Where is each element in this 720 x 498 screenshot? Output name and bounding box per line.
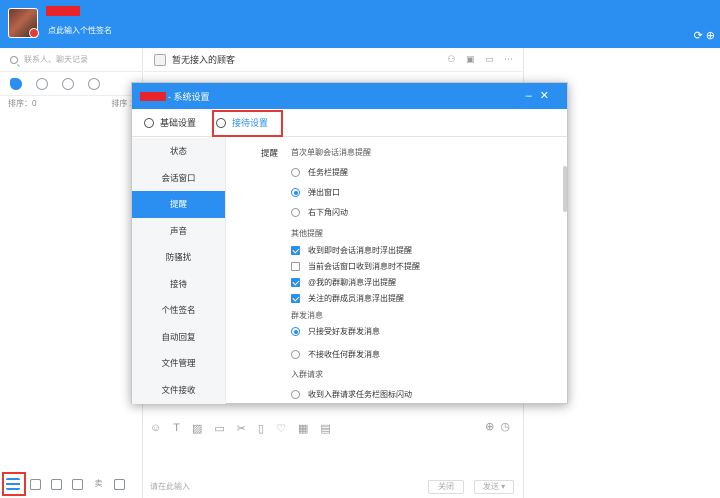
nav-item-auto-reply[interactable]: 自动回复 bbox=[132, 324, 225, 351]
option-label: @我的群聊消息浮出提醒 bbox=[308, 278, 397, 287]
settings-content: 提醒 首次单聊会话消息提醒 任务栏提醒 弹出窗口 右下角闪动 其他提醒 收到即时… bbox=[227, 138, 569, 404]
checkbox-checked[interactable] bbox=[291, 294, 300, 303]
settings-dialog: - 系统设置 –✕ 基础设置 接待设置 状态 会话窗口 提醒 声音 防骚扰 接待… bbox=[131, 82, 568, 404]
radio-button[interactable] bbox=[291, 208, 300, 217]
nav-item-status[interactable]: 状态 bbox=[132, 138, 225, 165]
nav-item-file-receive[interactable]: 文件接收 bbox=[132, 377, 225, 404]
settings-nav: 状态 会话窗口 提醒 声音 防骚扰 接待 个性签名 自动回复 文件管理 文件接收 bbox=[132, 138, 226, 404]
section-label: 提醒 bbox=[261, 148, 279, 158]
signature-text[interactable]: 点此输入个性签名 bbox=[48, 25, 112, 36]
menu-highlight-box bbox=[2, 472, 26, 496]
radio-option[interactable]: 只接受好友群发消息 bbox=[291, 326, 380, 337]
option-label: 任务栏提醒 bbox=[308, 168, 348, 177]
group-tab-icon[interactable] bbox=[88, 77, 100, 90]
radio-button-selected[interactable] bbox=[291, 327, 300, 336]
calendar-icon[interactable] bbox=[72, 478, 83, 490]
search-input[interactable]: 联系人、聊天记录 bbox=[24, 54, 88, 65]
toolbar-right-icons[interactable]: ⊕◷ bbox=[485, 420, 516, 433]
contact-tabs bbox=[0, 72, 142, 96]
nav-item-anti-harass[interactable]: 防骚扰 bbox=[132, 244, 225, 271]
radio-option[interactable]: 任务栏提醒 bbox=[291, 167, 348, 178]
radio-button[interactable] bbox=[291, 168, 300, 177]
shake-icon[interactable]: ▯ bbox=[258, 422, 264, 435]
nav-item-reminder[interactable]: 提醒 bbox=[132, 191, 225, 218]
checkbox-checked[interactable] bbox=[291, 246, 300, 255]
sort-left: 排序：0 bbox=[8, 98, 37, 108]
checkbox-checked[interactable] bbox=[291, 278, 300, 287]
radio-button-selected[interactable] bbox=[291, 188, 300, 197]
sell-icon[interactable]: 卖 bbox=[93, 479, 104, 490]
recent-tab-icon[interactable] bbox=[36, 77, 48, 90]
radio-option[interactable]: 弹出窗口 bbox=[291, 187, 340, 198]
option-label: 不接收任何群发消息 bbox=[308, 350, 380, 359]
search-bar[interactable]: 联系人、聊天记录 bbox=[0, 48, 142, 72]
status-badge bbox=[29, 28, 39, 38]
nav-item-file-manage[interactable]: 文件管理 bbox=[132, 350, 225, 377]
redacted-username bbox=[46, 6, 80, 16]
app-header: 点此输入个性签名 ⟳⊕ bbox=[0, 0, 720, 48]
dialog-body: 状态 会话窗口 提醒 声音 防骚扰 接待 个性签名 自动回复 文件管理 文件接收… bbox=[132, 138, 569, 404]
left-panel: 联系人、聊天记录 排序：0 排序 1 卖 bbox=[0, 48, 143, 498]
sort-row: 排序：0 排序 1 bbox=[0, 96, 142, 110]
option-label: 只接受好友群发消息 bbox=[308, 327, 380, 336]
group-title: 首次单聊会话消息提醒 bbox=[291, 148, 371, 157]
option-label: 收到入群请求任务栏图标闪动 bbox=[308, 390, 412, 399]
send-button[interactable]: 发送 ▾ bbox=[474, 480, 514, 494]
radio-button[interactable] bbox=[291, 390, 300, 399]
redacted-username bbox=[140, 91, 166, 101]
tab-basic-settings[interactable]: 基础设置 bbox=[144, 116, 196, 129]
scrollbar[interactable] bbox=[563, 166, 567, 212]
dialog-title: - 系统设置 bbox=[168, 91, 210, 102]
group-title: 入群请求 bbox=[291, 370, 323, 379]
checkbox-option[interactable]: 收到即时会话消息时浮出提醒 bbox=[291, 245, 412, 256]
input-hint[interactable]: 请在此输入 bbox=[150, 481, 190, 492]
group-title: 其他提醒 bbox=[291, 229, 323, 238]
chat-tab-icon[interactable] bbox=[10, 77, 22, 90]
option-label: 弹出窗口 bbox=[308, 188, 340, 197]
image-icon[interactable]: ▨ bbox=[192, 422, 202, 435]
nav-item-signature[interactable]: 个性签名 bbox=[132, 297, 225, 324]
heart-icon[interactable]: ♡ bbox=[276, 422, 286, 435]
tab-label: 基础设置 bbox=[160, 118, 197, 128]
header-action-icons[interactable]: ⟳⊕ bbox=[694, 29, 718, 42]
nav-item-chat-window[interactable]: 会话窗口 bbox=[132, 165, 225, 192]
radio-option[interactable]: 右下角闪动 bbox=[291, 207, 348, 218]
checkbox[interactable] bbox=[291, 262, 300, 271]
window-icon[interactable] bbox=[114, 478, 125, 490]
radio-option[interactable]: 不接收任何群发消息 bbox=[291, 349, 380, 360]
close-button[interactable]: 关闭 bbox=[428, 480, 464, 494]
tab-highlight-box bbox=[212, 110, 283, 137]
dialog-title-bar[interactable]: - 系统设置 –✕ bbox=[132, 83, 567, 109]
option-label: 关注的群成员消息浮出提醒 bbox=[308, 294, 404, 303]
scissors-icon[interactable]: ✂ bbox=[237, 422, 246, 435]
dialog-tabs: 基础设置 接待设置 bbox=[132, 109, 567, 137]
contact-tab-icon[interactable] bbox=[62, 77, 74, 90]
search-icon bbox=[10, 55, 18, 64]
emoji-icon[interactable]: ☺ bbox=[150, 422, 161, 434]
chat-header-text: 暂无接入的顾客 bbox=[172, 55, 236, 65]
note-icon[interactable]: ▤ bbox=[320, 422, 330, 435]
chat-header-icons[interactable]: ⚇ ▣ ▭ ⋯ bbox=[447, 54, 517, 65]
folder-icon[interactable]: ▭ bbox=[214, 422, 224, 435]
option-label: 收到即时会话消息时浮出提醒 bbox=[308, 246, 412, 255]
checkbox-option[interactable]: 关注的群成员消息浮出提醒 bbox=[291, 293, 404, 304]
nav-item-sound[interactable]: 声音 bbox=[132, 218, 225, 245]
checkbox-option[interactable]: @我的群聊消息浮出提醒 bbox=[291, 277, 396, 288]
font-icon[interactable]: T bbox=[173, 422, 180, 434]
window-controls[interactable]: –✕ bbox=[526, 89, 557, 102]
nav-item-reception[interactable]: 接待 bbox=[132, 271, 225, 298]
task-icon[interactable] bbox=[30, 478, 41, 490]
radio-button[interactable] bbox=[291, 350, 300, 359]
calendar-icon[interactable]: ▦ bbox=[298, 422, 308, 435]
checkbox-option[interactable]: 当前会话窗口收到消息时不提醒 bbox=[291, 261, 420, 272]
group-title: 群发消息 bbox=[291, 311, 323, 320]
option-label: 右下角闪动 bbox=[308, 208, 348, 217]
visitor-icon bbox=[154, 53, 166, 66]
input-toolbar: ☺ T ▨ ▭ ✂ ▯ ♡ ▦ ▤ ⊕◷ bbox=[144, 418, 524, 438]
option-label: 当前会话窗口收到消息时不提醒 bbox=[308, 262, 420, 271]
gear-icon bbox=[144, 117, 154, 128]
radio-option[interactable]: 收到入群请求任务栏图标闪动 bbox=[291, 389, 412, 400]
mail-icon[interactable] bbox=[51, 478, 62, 490]
